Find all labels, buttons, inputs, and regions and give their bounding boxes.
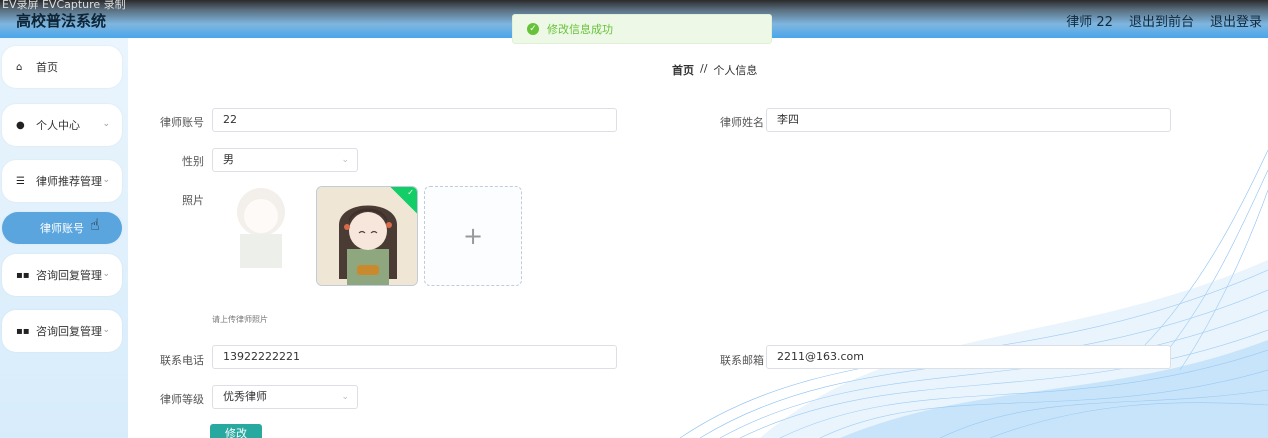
email-field[interactable]: 2211@163.com <box>766 345 1171 369</box>
grid-icon: ▪▪ <box>16 325 30 337</box>
sidebar-item-profile[interactable]: ● 个人中心 ⌄ <box>2 104 122 146</box>
phone-field[interactable]: 13922222221 <box>212 345 617 369</box>
gender-value: 男 <box>223 153 234 166</box>
chevron-down-icon: ⌄ <box>341 392 349 402</box>
chevron-down-icon: ⌄ <box>102 269 110 279</box>
chevron-down-icon: ⌄ <box>341 155 349 165</box>
chevron-down-icon: ⌄ <box>102 119 110 129</box>
frontend-link[interactable]: 退出到前台 <box>1129 11 1194 30</box>
submit-button[interactable]: 修改 <box>210 424 262 438</box>
user-link[interactable]: 律师 22 <box>1066 11 1113 30</box>
level-select[interactable]: 优秀律师 ⌄ <box>212 385 358 409</box>
sidebar-item-home[interactable]: ⌂ 首页 <box>2 46 122 88</box>
list-icon: ☰ <box>16 175 25 187</box>
sidebar-item-reply[interactable]: ▪▪ 咨询回复管理 ⌄ <box>2 310 122 352</box>
gender-select[interactable]: 男 ⌄ <box>212 148 358 172</box>
sidebar-item-label: 咨询回复管理 <box>36 269 102 282</box>
sidebar-item-label: 首页 <box>36 61 58 74</box>
account-field[interactable]: 22 <box>212 108 617 132</box>
phone-label: 联系电话 <box>160 354 204 367</box>
name-field[interactable]: 李四 <box>766 108 1171 132</box>
user-icon: ● <box>16 119 25 131</box>
upload-tip: 请上传律师照片 <box>212 315 268 324</box>
level-value: 优秀律师 <box>223 390 267 403</box>
check-circle-icon: ✓ <box>527 23 539 35</box>
sidebar-item-label: 律师账号 <box>40 222 84 235</box>
success-toast: ✓ 修改信息成功 <box>512 14 772 44</box>
home-icon: ⌂ <box>16 61 23 73</box>
breadcrumb-home[interactable]: 首页 <box>672 62 694 78</box>
chevron-down-icon: ⌄ <box>102 175 110 185</box>
sidebar-item-label: 律师推荐管理 <box>36 175 102 188</box>
breadcrumb-current: 个人信息 <box>713 64 758 77</box>
chevron-down-icon: ⌄ <box>102 325 110 335</box>
hand-cursor-icon: ☝ <box>90 215 100 234</box>
upload-button[interactable]: + <box>424 186 522 286</box>
check-icon: ✓ <box>407 188 414 197</box>
breadcrumb-separator: // <box>700 62 708 75</box>
gender-label: 性别 <box>182 155 204 168</box>
sidebar-item-account[interactable]: 律师账号 <box>2 212 122 244</box>
breadcrumb: 首页 // 个人信息 <box>672 62 757 78</box>
grid-icon: ▪▪ <box>16 269 30 281</box>
top-links: 律师 22 退出到前台 退出登录 <box>1066 11 1262 30</box>
photo-label: 照片 <box>182 194 204 207</box>
sidebar: ⌂ 首页 ● 个人中心 ⌄ ☰ 律师推荐管理 ⌄ 律师账号 ▪▪ 咨询回复管理 … <box>0 38 128 438</box>
logout-link[interactable]: 退出登录 <box>1210 11 1262 30</box>
email-label: 联系邮箱 <box>720 354 764 367</box>
account-label: 律师账号 <box>160 116 204 129</box>
sidebar-item-consult[interactable]: ▪▪ 咨询回复管理 ⌄ <box>2 254 122 296</box>
sidebar-item-label: 咨询回复管理 <box>36 325 102 338</box>
app-title: 高校普法系统 <box>16 12 107 30</box>
plus-icon: + <box>462 222 484 250</box>
avatar-image <box>317 187 417 285</box>
photo-thumbnail[interactable]: ✓ <box>316 186 418 286</box>
wave-decoration <box>679 150 1268 438</box>
sidebar-item-label: 个人中心 <box>36 119 80 132</box>
level-label: 律师等级 <box>160 393 204 406</box>
sidebar-item-lawyer[interactable]: ☰ 律师推荐管理 ⌄ <box>2 160 122 202</box>
photo-ghost <box>237 188 285 268</box>
toast-message: 修改信息成功 <box>547 23 613 36</box>
name-label: 律师姓名 <box>720 116 764 129</box>
